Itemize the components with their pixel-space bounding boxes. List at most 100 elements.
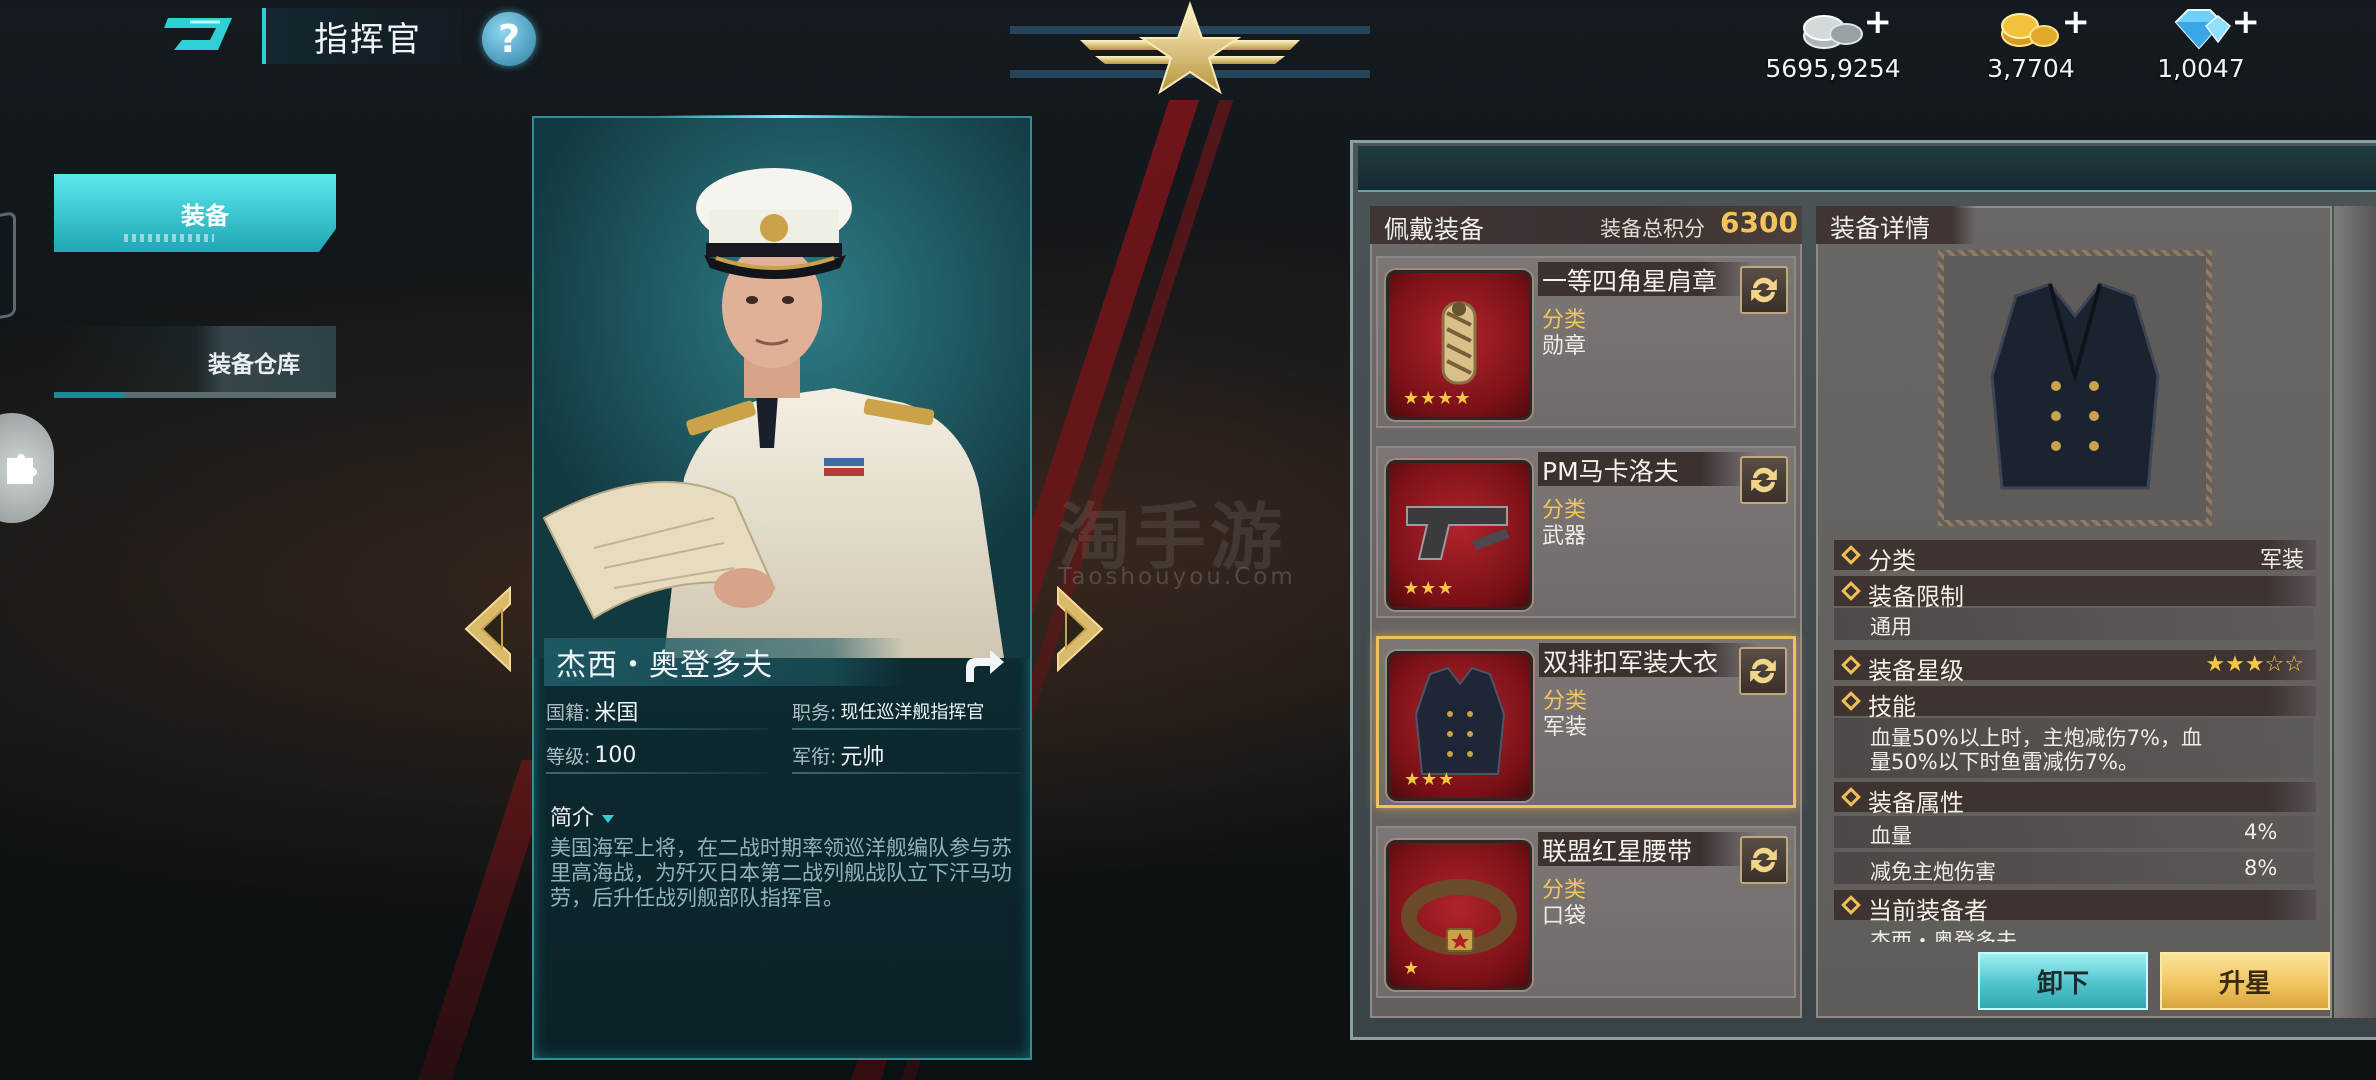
puzzle-icon[interactable] bbox=[0, 413, 54, 523]
tab-equip-label: 装备 bbox=[181, 201, 229, 230]
game-logo-icon bbox=[164, 18, 232, 50]
equip-item-belt[interactable]: ★ 联盟红星腰带 分类 口袋 bbox=[1376, 826, 1796, 998]
position-value: 现任巡洋舰指挥官 bbox=[840, 702, 985, 723]
item-name: 双排扣军装大衣 bbox=[1539, 643, 1757, 677]
commander-name-bar: 杰西・奥登多夫 bbox=[544, 638, 904, 686]
item-category: 口袋 bbox=[1542, 904, 1587, 929]
diamond-add-icon[interactable]: + bbox=[2232, 2, 2261, 42]
detail-wearer-row: 当前装备者 bbox=[1834, 890, 2316, 925]
detail-restriction-label: 装备限制 bbox=[1868, 583, 1964, 611]
position-label: 职务: bbox=[792, 701, 837, 724]
equipped-list-header: 佩戴装备 装备总积分 6300 bbox=[1370, 206, 1802, 244]
rank-row: 军衔: 元帅 bbox=[792, 740, 884, 770]
position-row: 职务: 现任巡洋舰指挥官 bbox=[792, 696, 984, 726]
swap-icon[interactable] bbox=[1740, 266, 1788, 314]
gold-resource: + 3,7704 bbox=[1976, 2, 2090, 86]
detail-skill-label: 技能 bbox=[1868, 693, 1916, 721]
silver-value: 5695,9254 bbox=[1765, 54, 1901, 83]
detail-skill-row: 技能 bbox=[1834, 686, 2316, 721]
epaulette-icon: ★★★★ bbox=[1386, 270, 1532, 420]
share-icon[interactable] bbox=[960, 644, 1006, 686]
gold-add-icon[interactable]: + bbox=[2062, 2, 2091, 42]
attr-value: 8% bbox=[2244, 856, 2278, 880]
next-commander-arrow-icon[interactable] bbox=[1054, 584, 1106, 674]
equip-item-coat[interactable]: ★★★ 双排扣军装大衣 分类 军装 bbox=[1376, 636, 1796, 808]
intro-toggle[interactable]: 简介 bbox=[550, 800, 615, 832]
attr-value: 4% bbox=[2244, 820, 2278, 844]
item-category: 武器 bbox=[1542, 524, 1587, 549]
equipped-title: 佩戴装备 bbox=[1384, 215, 1485, 244]
detail-star-label: 装备星级 bbox=[1868, 657, 1964, 685]
swap-icon[interactable] bbox=[1740, 836, 1788, 884]
side-drawer-handle[interactable] bbox=[0, 210, 16, 325]
nationality-label: 国籍: bbox=[546, 701, 591, 724]
unequip-button[interactable]: 卸下 bbox=[1978, 952, 2148, 1010]
detail-category-label: 分类 bbox=[1868, 547, 1916, 575]
item-stars: ★ bbox=[1403, 958, 1421, 979]
level-label: 等级: bbox=[546, 745, 591, 768]
diamond-bullet-icon bbox=[1841, 787, 1861, 807]
rank-label: 军衔: bbox=[792, 745, 837, 768]
rank-star-emblem-icon bbox=[1010, 0, 1370, 95]
item-category: 军装 bbox=[1543, 715, 1588, 740]
detail-scrollbar[interactable] bbox=[2334, 206, 2376, 1018]
detail-attr-row: 装备属性 bbox=[1834, 782, 2316, 817]
help-button[interactable]: ? bbox=[482, 12, 536, 66]
rank-value: 元帅 bbox=[840, 745, 885, 770]
page-title-text: 指挥官 bbox=[314, 19, 422, 60]
upstar-button[interactable]: 升星 bbox=[2160, 952, 2330, 1010]
score-value: 6300 bbox=[1720, 206, 1798, 239]
swap-icon[interactable] bbox=[1739, 647, 1787, 695]
detail-restriction-value: 通用 bbox=[1870, 615, 1912, 639]
tab-decoration bbox=[124, 234, 214, 242]
help-icon: ? bbox=[497, 17, 521, 61]
score-label: 装备总积分 bbox=[1600, 217, 1705, 241]
coat-preview-icon bbox=[1938, 250, 2212, 526]
attr-name: 减免主炮伤害 bbox=[1870, 860, 1996, 884]
diamond-bullet-icon bbox=[1841, 895, 1861, 915]
prev-commander-arrow-icon[interactable] bbox=[462, 584, 514, 674]
detail-skill-text-2: 量50%以下时鱼雷减伤7%。 bbox=[1870, 750, 2139, 774]
level-value: 100 bbox=[594, 742, 637, 768]
item-name: 一等四角星肩章 bbox=[1538, 262, 1756, 296]
upstar-label: 升星 bbox=[2218, 968, 2271, 999]
level-row: 等级: 100 bbox=[546, 740, 636, 770]
detail-wearer-label: 当前装备者 bbox=[1868, 897, 1988, 925]
item-name: PM马卡洛夫 bbox=[1538, 452, 1756, 486]
unequip-label: 卸下 bbox=[2036, 968, 2089, 999]
watermark-url: Taoshouyou.Com bbox=[1058, 564, 1296, 590]
gold-coins-icon: + bbox=[1996, 2, 2090, 52]
tab-warehouse-label: 装备仓库 bbox=[208, 352, 300, 378]
diamond-bullet-icon bbox=[1841, 581, 1861, 601]
silver-coins-icon: + bbox=[1798, 2, 1892, 52]
tab-warehouse[interactable]: 装备仓库 bbox=[54, 326, 336, 398]
nationality-value: 米国 bbox=[594, 701, 639, 726]
nationality-row: 国籍: 米国 bbox=[546, 696, 638, 726]
detail-category-row: 分类 军装 bbox=[1834, 540, 2316, 575]
equipment-panel-topbar bbox=[1358, 146, 2376, 192]
commander-card: 杰西・奥登多夫 国籍: 米国 职务: 现任巡洋舰指挥官 等级: 100 军衔: … bbox=[532, 115, 1032, 1060]
detail-star-value: ★★★☆☆ bbox=[2205, 652, 2304, 677]
item-name: 联盟红星腰带 bbox=[1538, 832, 1756, 866]
silver-add-icon[interactable]: + bbox=[1864, 2, 1893, 42]
item-stars: ★★★★ bbox=[1403, 388, 1472, 409]
commander-name: 杰西・奥登多夫 bbox=[556, 648, 773, 683]
equip-item-pistol[interactable]: ★★★ PM马卡洛夫 分类 武器 bbox=[1376, 446, 1796, 618]
detail-wearer-value: 杰西・奥登多夫 bbox=[1870, 929, 2017, 942]
belt-icon: ★ bbox=[1386, 840, 1532, 990]
detail-restriction-row: 装备限制 bbox=[1834, 576, 2316, 611]
tab-underline bbox=[54, 392, 336, 398]
item-category: 勋章 bbox=[1542, 334, 1587, 359]
pistol-icon: ★★★ bbox=[1386, 460, 1532, 610]
detail-category-value: 军装 bbox=[2259, 548, 2304, 573]
swap-icon[interactable] bbox=[1740, 456, 1788, 504]
diamond-bullet-icon bbox=[1841, 655, 1861, 675]
coat-icon: ★★★ bbox=[1387, 651, 1533, 801]
gold-value: 3,7704 bbox=[1987, 54, 2075, 83]
page-title: 指挥官 bbox=[262, 8, 462, 64]
tab-equip[interactable]: 装备 bbox=[54, 174, 336, 252]
silver-resource: + 5695,9254 bbox=[1765, 2, 1901, 86]
diamond-bullet-icon bbox=[1841, 545, 1861, 565]
equip-item-epaulette[interactable]: ★★★★ 一等四角星肩章 分类 勋章 bbox=[1376, 256, 1796, 428]
diamond-bullet-icon bbox=[1841, 691, 1861, 711]
